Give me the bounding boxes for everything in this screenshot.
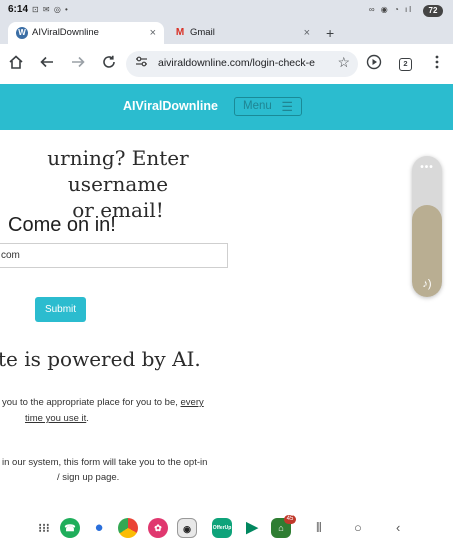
paragraph-text: .: [86, 413, 89, 424]
play-store-icon[interactable]: ▶: [242, 518, 262, 538]
phone-icon[interactable]: ☎: [60, 518, 80, 538]
hamburger-icon: ☰: [281, 99, 293, 114]
site-header: AIViralDownline Menu ☰: [0, 84, 453, 130]
apps-grid-icon[interactable]: ⁝⁝⁝: [34, 518, 54, 538]
chrome-icon[interactable]: [118, 518, 138, 538]
media-volume-icon: ♪): [422, 278, 432, 290]
new-tab-button[interactable]: +: [326, 22, 334, 44]
info-paragraph: in our system, this form will take you t…: [2, 457, 208, 468]
menu-label: Menu: [243, 100, 272, 112]
info-paragraph-line: / sign up page.: [57, 472, 120, 483]
paragraph-text: you to the appropriate place for you to …: [2, 397, 181, 408]
headline-line: urning? Enter username: [47, 146, 189, 196]
taskbar: ⁝⁝⁝ ☎ ● ✿ ◉ OfferUp ▶ ⌂ 45 ⦀ ○ ‹: [0, 512, 453, 544]
reload-icon[interactable]: [99, 54, 119, 74]
recents-icon[interactable]: ⦀: [316, 518, 322, 538]
battery-icon: 72: [423, 5, 443, 17]
messages-icon[interactable]: ●: [89, 518, 109, 538]
more-options-icon[interactable]: •••: [412, 162, 442, 173]
url-text: aiviraldownline.com/login-check-e: [158, 57, 315, 69]
gmail-icon: M: [175, 27, 185, 38]
wordpress-icon: W: [16, 27, 28, 39]
back-arrow-icon[interactable]: [37, 54, 57, 74]
login-subheading: Come on in!: [8, 214, 116, 236]
screen: 6:14 ⊡ ✉ ◎ • ∞ ◉ ◔ ıl 72 W AIViralDownli…: [0, 0, 453, 544]
powered-by-heading: te is powered by AI.: [0, 347, 201, 371]
media-play-icon[interactable]: [364, 54, 384, 74]
more-menu-icon[interactable]: [427, 54, 447, 74]
notification-badge: 45: [284, 515, 296, 524]
tab-label: Gmail: [190, 27, 215, 38]
forward-arrow-icon[interactable]: [68, 54, 88, 74]
info-paragraph: you to the appropriate place for you to …: [2, 395, 204, 411]
site-brand[interactable]: AIViralDownline: [123, 99, 218, 113]
submit-button[interactable]: Submit: [35, 297, 86, 322]
paragraph-link[interactable]: time you use it: [25, 413, 86, 424]
tab-strip: W AIViralDownline × M Gmail × +: [0, 22, 453, 44]
tab-gmail[interactable]: M Gmail ×: [166, 22, 318, 44]
tab-switcher-button[interactable]: 2: [399, 58, 412, 71]
gallery-icon[interactable]: ✿: [148, 518, 168, 538]
site-settings-icon[interactable]: [135, 55, 148, 71]
camera-icon[interactable]: ◉: [177, 518, 197, 538]
page-headline: urning? Enter username or email!: [0, 145, 240, 223]
close-tab-icon[interactable]: ×: [304, 22, 310, 44]
username-email-input[interactable]: com: [0, 243, 228, 268]
info-paragraph-line: time you use it.: [25, 411, 89, 427]
back-nav-icon[interactable]: ‹: [396, 518, 400, 538]
tab-aiviraldownline[interactable]: W AIViralDownline ×: [8, 22, 164, 44]
paragraph-link[interactable]: every: [181, 397, 204, 408]
home-icon[interactable]: [6, 54, 26, 74]
address-bar[interactable]: aiviraldownline.com/login-check-e ☆: [126, 51, 358, 77]
menu-button[interactable]: Menu ☰: [234, 97, 302, 116]
close-tab-icon[interactable]: ×: [150, 22, 156, 44]
home-nav-icon[interactable]: ○: [354, 518, 362, 538]
tab-label: AIViralDownline: [32, 27, 99, 38]
status-time: 6:14: [8, 4, 29, 15]
browser-toolbar: aiviraldownline.com/login-check-e ☆ 2: [0, 44, 453, 84]
offerup-icon[interactable]: OfferUp: [212, 518, 232, 538]
system-icons: ∞ ◉ ◔ ıl: [368, 5, 413, 14]
volume-panel[interactable]: ••• ♪): [412, 156, 442, 297]
notification-icons: ⊡ ✉ ◎ •: [32, 5, 69, 14]
bookmark-star-icon[interactable]: ☆: [337, 54, 350, 71]
status-bar: 6:14 ⊡ ✉ ◎ • ∞ ◉ ◔ ıl 72: [0, 0, 453, 22]
